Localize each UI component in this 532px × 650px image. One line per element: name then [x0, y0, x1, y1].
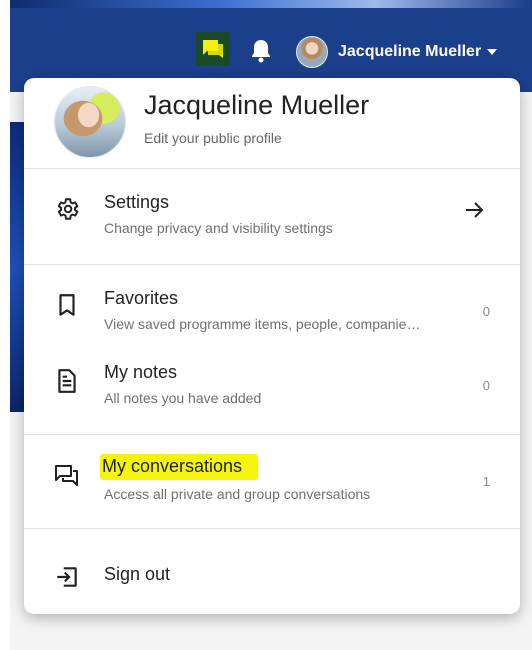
notifications-button[interactable]	[249, 38, 273, 64]
user-menu-toggle[interactable]: Jacqueline Mueller	[296, 36, 498, 68]
notes-title: My notes	[104, 362, 178, 382]
document-icon	[58, 369, 76, 393]
notes-count: 0	[482, 378, 490, 393]
caret-down-icon	[487, 49, 498, 55]
menu-item-notes[interactable]: My notes All notes you have added 0	[24, 350, 520, 420]
bell-icon	[252, 40, 270, 63]
gear-icon	[57, 198, 79, 220]
favorites-desc: View saved programme items, people, comp…	[104, 316, 421, 332]
divider	[24, 434, 520, 435]
divider	[24, 264, 520, 265]
conversations-title-highlight: My conversations	[100, 454, 259, 480]
profile-name: Jacqueline Mueller	[144, 90, 370, 120]
notes-desc: All notes you have added	[104, 390, 262, 406]
profile-subtitle: Edit your public profile	[144, 130, 282, 146]
conversations-button[interactable]	[196, 32, 230, 66]
signout-title: Sign out	[104, 564, 171, 584]
settings-desc: Change privacy and visibility settings	[104, 220, 333, 236]
profile-avatar	[54, 86, 126, 158]
conversations-count: 1	[482, 474, 490, 489]
header-user-name: Jacqueline Mueller	[338, 43, 482, 60]
menu-item-favorites[interactable]: Favorites View saved programme items, pe…	[24, 274, 520, 344]
top-navbar-highlight	[10, 0, 532, 8]
bookmark-icon	[59, 294, 75, 316]
settings-title: Settings	[104, 192, 170, 212]
logout-icon	[57, 567, 77, 587]
forum-icon	[55, 465, 78, 486]
profile-header[interactable]: Jacqueline Mueller Edit your public prof…	[24, 78, 520, 168]
conversations-desc: Access all private and group conversatio…	[104, 486, 371, 502]
chat-icon	[203, 40, 223, 58]
left-margin	[0, 0, 10, 650]
menu-item-conversations[interactable]: My conversations Access all private and …	[24, 444, 520, 524]
divider	[24, 528, 520, 529]
conversations-title: My conversations	[100, 454, 259, 480]
favorites-count: 0	[482, 304, 490, 319]
header-avatar	[296, 36, 328, 68]
user-dropdown-menu: Jacqueline Mueller Edit your public prof…	[24, 78, 520, 614]
arrow-right-icon	[466, 202, 484, 218]
menu-item-signout[interactable]: Sign out	[24, 540, 520, 600]
menu-item-settings[interactable]: Settings Change privacy and visibility s…	[24, 168, 520, 264]
favorites-title: Favorites	[104, 288, 179, 308]
